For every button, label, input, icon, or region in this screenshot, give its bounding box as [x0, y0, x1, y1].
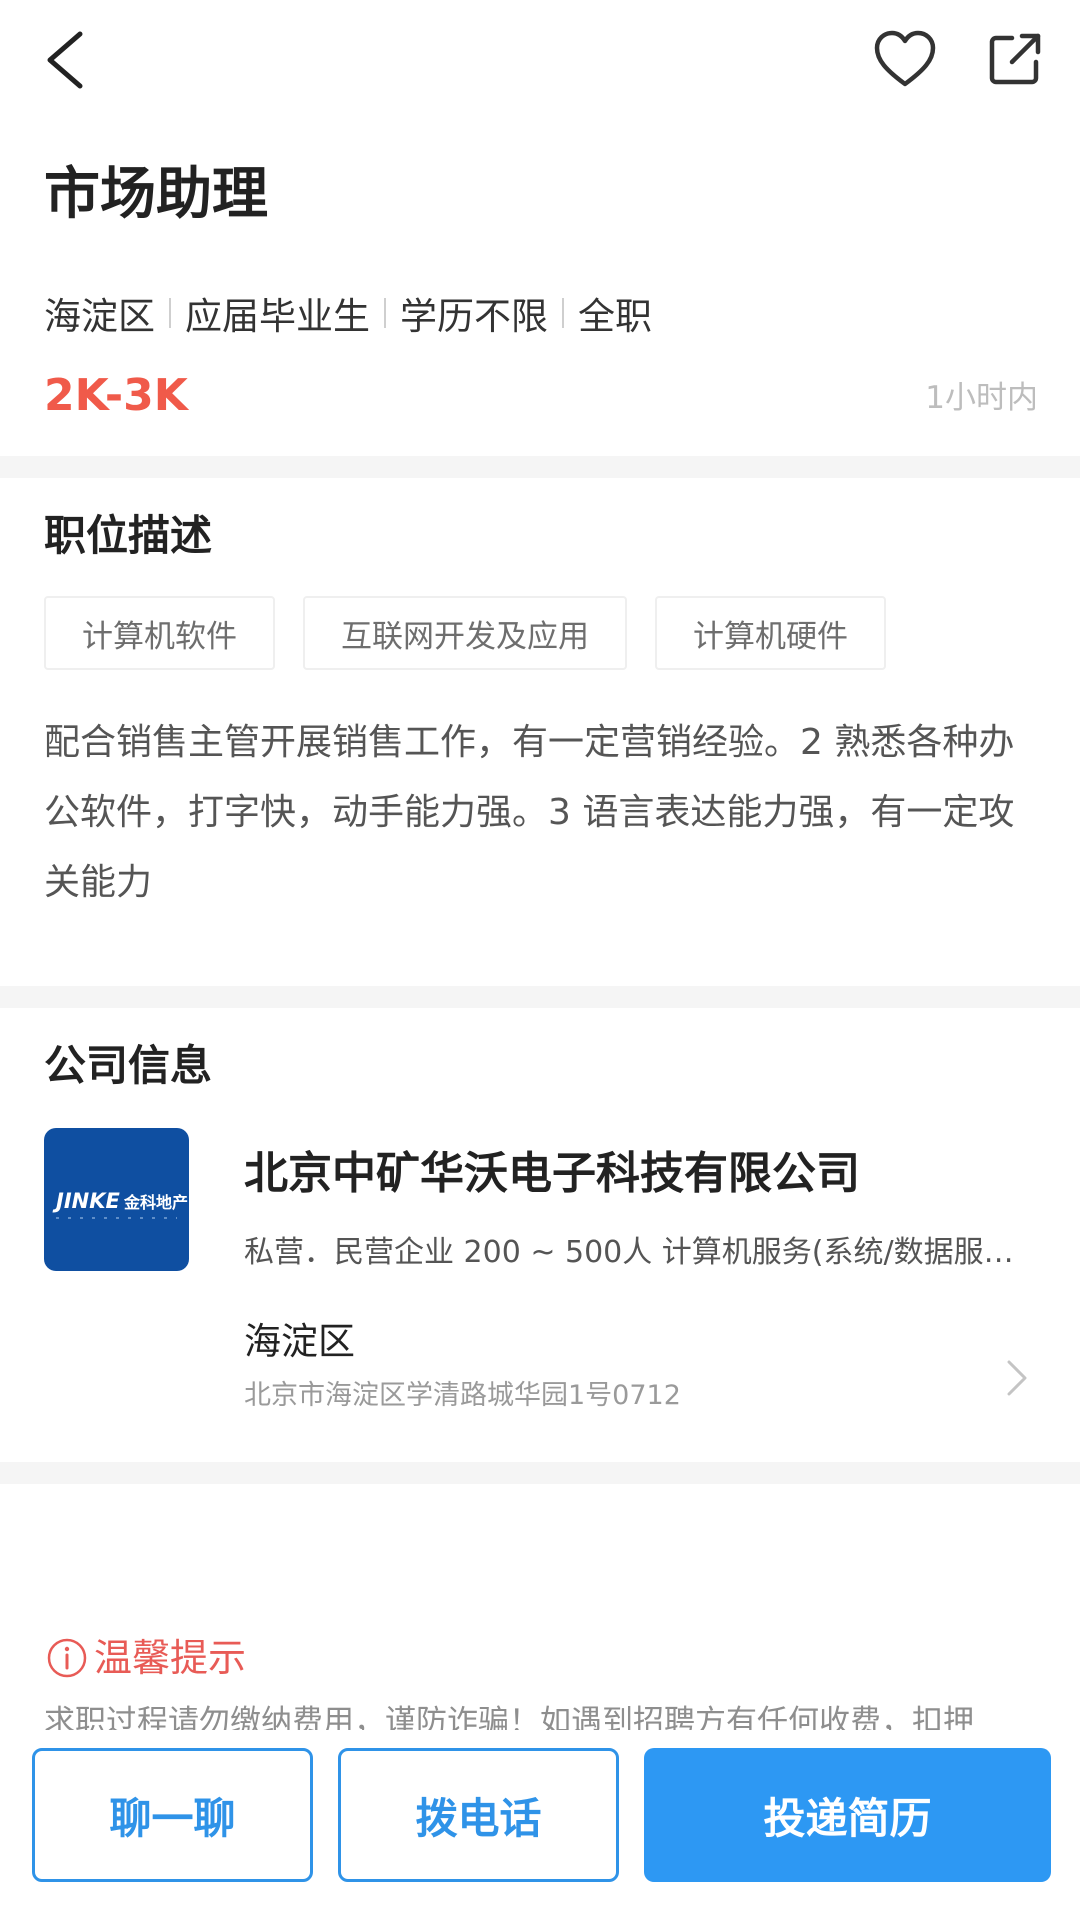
- company-logo[interactable]: JINKE 金科地产: [44, 1128, 189, 1271]
- call-button[interactable]: 拨电话: [338, 1748, 619, 1882]
- skill-tags: 计算机软件 互联网开发及应用 计算机硬件: [44, 596, 886, 670]
- job-tag-type: 全职: [578, 295, 652, 338]
- share-external-icon: [989, 33, 1041, 85]
- job-tag-education: 学历不限: [400, 295, 548, 338]
- company-district: 海淀区: [244, 1320, 355, 1363]
- tag-divider: [384, 298, 386, 328]
- skill-tag[interactable]: 计算机软件: [44, 596, 275, 670]
- apply-button[interactable]: 投递简历: [644, 1748, 1051, 1882]
- description-heading: 职位描述: [44, 511, 213, 560]
- skill-tag[interactable]: 互联网开发及应用: [303, 596, 627, 670]
- tip-header: 温馨提示: [46, 1630, 246, 1686]
- section-divider: [0, 456, 1080, 478]
- top-bar: [0, 0, 1080, 130]
- job-tag-experience: 应届毕业生: [185, 295, 370, 338]
- chevron-left-icon: [47, 31, 83, 89]
- share-button[interactable]: [986, 30, 1044, 88]
- job-detail-page: 市场助理 海淀区 应届毕业生 学历不限 全职 2K-3K 1小时内 职位描述 计…: [0, 0, 1080, 1920]
- section-divider: [0, 1462, 1080, 1484]
- info-circle-icon: [46, 1637, 88, 1679]
- job-tag-district: 海淀区: [44, 295, 155, 338]
- tag-divider: [562, 298, 564, 328]
- company-name[interactable]: 北京中矿华沃电子科技有限公司: [244, 1145, 860, 1203]
- company-logo-image: JINKE 金科地产: [52, 1189, 188, 1219]
- salary: 2K-3K: [44, 370, 188, 421]
- company-logo-mark: JINKE: [52, 1189, 120, 1213]
- tag-divider: [169, 298, 171, 328]
- chat-button[interactable]: 聊一聊: [32, 1748, 313, 1882]
- company-location[interactable]: 海淀区 北京市海淀区学清路城华园1号0712: [244, 1316, 1044, 1420]
- skill-tag[interactable]: 计算机硬件: [655, 596, 886, 670]
- favorite-button[interactable]: [872, 28, 938, 90]
- company-logo-cn: 金科地产: [123, 1193, 188, 1212]
- job-tags: 海淀区 应届毕业生 学历不限 全职: [44, 285, 652, 341]
- chevron-right-icon[interactable]: [1004, 1358, 1030, 1398]
- company-meta: 私营．民营企业 200 ~ 500人 计算机服务(系统/数据服务/维修): [244, 1235, 1034, 1270]
- company-heading: 公司信息: [44, 1041, 213, 1090]
- back-button[interactable]: [40, 28, 88, 92]
- tip-title: 温馨提示: [94, 1636, 247, 1680]
- post-time: 1小时内: [925, 380, 1038, 416]
- job-title: 市场助理: [44, 162, 268, 227]
- section-divider: [0, 986, 1080, 1008]
- job-description: 配合销售主管开展销售工作，有一定营销经验。2 熟悉各种办公软件，打字快，动手能力…: [44, 722, 1015, 903]
- company-address: 北京市海淀区学清路城华园1号0712: [244, 1380, 681, 1411]
- bottom-action-bar: 聊一聊 拨电话 投递简历: [0, 1730, 1080, 1920]
- heart-icon: [874, 30, 936, 87]
